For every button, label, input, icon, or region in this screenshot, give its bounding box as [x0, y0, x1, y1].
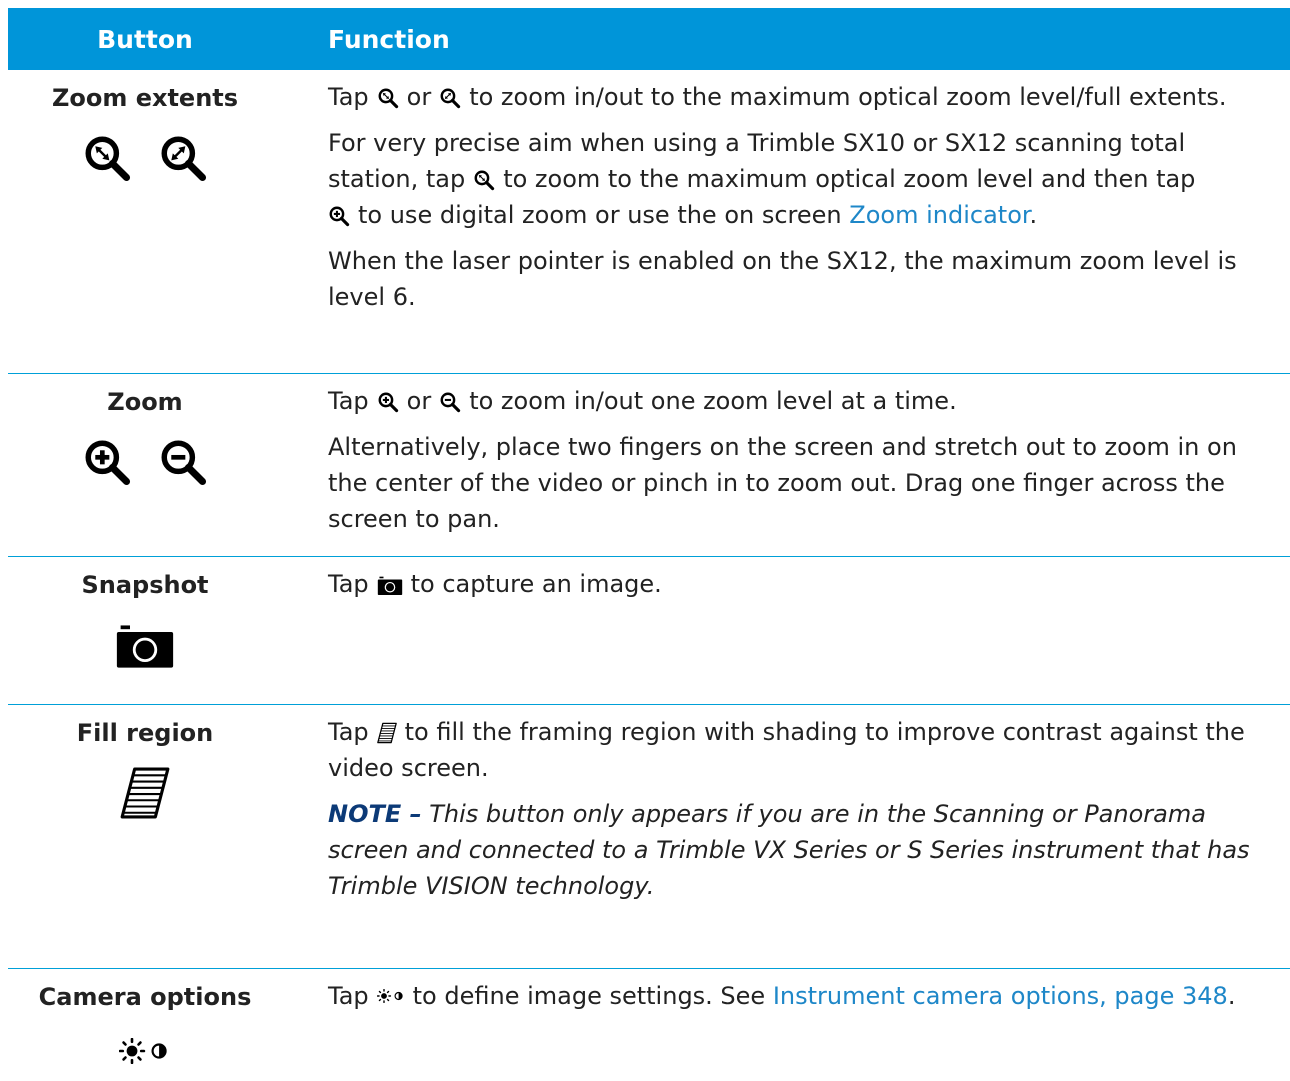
zoom-in-icon [377, 391, 399, 413]
fill-region-icon [377, 722, 397, 744]
text-span: to fill the framing region with shading … [328, 718, 1245, 782]
zoom-indicator-link[interactable]: Zoom indicator [849, 201, 1029, 229]
description-paragraph: Alternatively, place two fingers on the … [328, 429, 1260, 537]
text-span: to zoom to the maximum optical zoom leve… [503, 165, 1195, 193]
instrument-camera-options-link[interactable]: Instrument camera options, page 348 [773, 982, 1228, 1010]
description-paragraph: Tap to define image settings. See Instrum… [328, 978, 1260, 1014]
button-name: Snapshot [8, 570, 282, 600]
button-name: Zoom [8, 387, 282, 417]
button-name: Fill region [8, 718, 282, 748]
brightness-contrast-icon[interactable] [119, 1038, 171, 1064]
header-button: Button [8, 8, 282, 70]
description-paragraph: Tap or to zoom in/out to the maximum optic… [328, 79, 1260, 115]
camera-icon [377, 576, 403, 596]
button-function-table: Button Function Zoom extents Tap or to zoo… [8, 8, 1290, 1081]
text-span: Tap [328, 570, 369, 598]
text-span: Tap [328, 718, 369, 746]
button-cell: Zoom extents [8, 70, 282, 374]
button-icons [8, 624, 282, 670]
text-span: to zoom in/out one zoom level at a time. [469, 387, 957, 415]
table-row: Zoom extents Tap or to zoom in/out to the … [8, 70, 1290, 374]
text-span: to zoom in/out to the maximum optical zo… [469, 83, 1226, 111]
text-span: . [1030, 201, 1038, 229]
table-row: Snapshot Tap to capture an image. [8, 557, 1290, 705]
function-cell: Tap to define image settings. See Instrum… [282, 969, 1290, 1081]
table-header-row: Button Function [8, 8, 1290, 70]
note-paragraph: NOTE – This button only appears if you a… [328, 796, 1260, 904]
zoom-in-icon [328, 205, 350, 227]
table-row: Fill region Tapto fill the framing regio… [8, 705, 1290, 969]
zoom-out-icon[interactable] [158, 437, 208, 487]
description-paragraph: Tap to capture an image. [328, 566, 1260, 602]
zoom-to-max-optical-icon[interactable] [82, 133, 132, 183]
button-name: Zoom extents [8, 83, 282, 113]
zoom-to-max-optical-icon [377, 87, 399, 109]
table-row: Zoom Tap or to zoom in/out one zoom level … [8, 374, 1290, 557]
note-text: This button only appears if you are in t… [328, 800, 1250, 900]
zoom-in-icon[interactable] [82, 437, 132, 487]
function-cell: Tap or to zoom in/out to the maximum optic… [282, 70, 1290, 374]
text-span: Tap [328, 982, 369, 1010]
button-cell: Snapshot [8, 557, 282, 705]
text-span: to use digital zoom or use the on screen [358, 201, 842, 229]
button-icons [8, 437, 282, 487]
table-row: Camera options Tap to define image settin… [8, 969, 1290, 1081]
text-span: or [407, 83, 432, 111]
description-paragraph: When the laser pointer is enabled on the… [328, 243, 1260, 315]
zoom-out-icon [439, 391, 461, 413]
text-span: Tap [328, 387, 369, 415]
header-function: Function [282, 8, 1290, 70]
button-name: Camera options [8, 982, 282, 1012]
button-icons [8, 1038, 282, 1064]
text-span: to capture an image. [411, 570, 662, 598]
text-span: Tap [328, 83, 369, 111]
description-paragraph: Tapto fill the framing region with shadi… [328, 714, 1260, 786]
text-span: to define image settings. See [413, 982, 766, 1010]
camera-icon[interactable] [115, 624, 175, 670]
button-cell: Fill region [8, 705, 282, 969]
function-cell: Tap or to zoom in/out one zoom level at a … [282, 374, 1290, 557]
brightness-contrast-icon [377, 989, 405, 1003]
description-paragraph: Tap or to zoom in/out one zoom level at a … [328, 383, 1260, 419]
zoom-to-max-optical-icon [473, 169, 495, 191]
button-icons [8, 766, 282, 820]
text-span: or [407, 387, 432, 415]
description-paragraph: For very precise aim when using a Trimbl… [328, 125, 1260, 233]
button-cell: Camera options [8, 969, 282, 1081]
function-cell: Tapto fill the framing region with shadi… [282, 705, 1290, 969]
note-label: NOTE – [328, 800, 422, 828]
zoom-full-extents-icon[interactable] [158, 133, 208, 183]
function-cell: Tap to capture an image. [282, 557, 1290, 705]
zoom-full-extents-icon [439, 87, 461, 109]
button-icons [8, 133, 282, 183]
fill-region-icon[interactable] [120, 766, 170, 820]
button-cell: Zoom [8, 374, 282, 557]
text-span: . [1228, 982, 1236, 1010]
